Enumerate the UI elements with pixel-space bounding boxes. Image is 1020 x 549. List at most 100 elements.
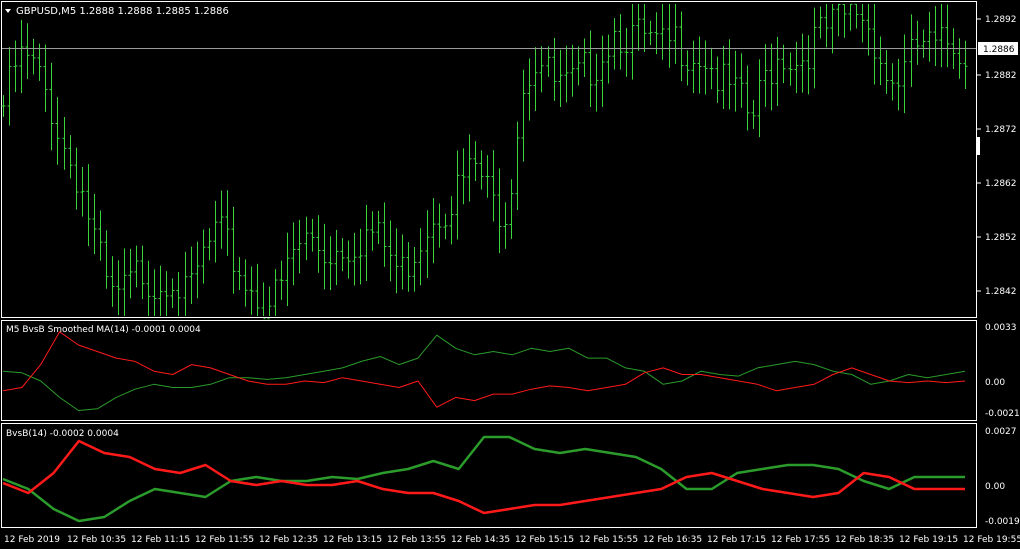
price-bar — [273, 269, 278, 316]
price-bar — [588, 30, 593, 108]
price-bar — [394, 228, 399, 294]
price-bar — [68, 135, 73, 179]
price-bar — [201, 229, 206, 284]
price-bar — [866, 4, 871, 56]
price-bar — [255, 263, 260, 316]
price-bar — [134, 245, 139, 288]
time-label: 12 Feb 14:35 — [451, 535, 510, 545]
price-bar — [521, 69, 526, 162]
price-bar — [612, 18, 617, 70]
time-label: 12 Feb 11:55 — [195, 535, 254, 545]
price-bar — [552, 37, 557, 101]
price-bar — [654, 12, 659, 55]
price-bar — [806, 35, 811, 95]
chevron-down-icon[interactable] — [5, 9, 11, 13]
price-bar — [43, 44, 48, 112]
price-bar — [310, 218, 315, 252]
price-bar — [267, 286, 272, 320]
smoothed-bull-line — [2, 334, 966, 411]
trading-chart[interactable]: 1.2886 GBPUSD,M5 1.2888 1.2888 1.2885 1.… — [0, 0, 1020, 549]
price-bar — [370, 211, 375, 251]
price-bar — [848, 3, 853, 31]
price-bar — [55, 97, 60, 165]
price-bar — [207, 228, 212, 261]
smoothed-bear-line — [2, 331, 966, 408]
price-bar — [624, 27, 629, 77]
price-bar — [249, 266, 254, 315]
price-bar — [37, 43, 42, 81]
price-bar — [757, 59, 762, 138]
indicator1-title: M5 BvsB Smoothed MA(14) -0.0001 0.0004 — [6, 325, 201, 335]
price-bar — [933, 6, 938, 66]
price-bar — [7, 47, 12, 126]
price-bar — [697, 36, 702, 94]
price-bar — [86, 164, 91, 247]
price-bar — [606, 34, 611, 84]
price-bar — [927, 11, 932, 62]
price-bar — [769, 43, 774, 111]
price-bar — [921, 29, 926, 58]
price-bar — [854, 3, 859, 29]
price-axis: 1.2892 1.2882 1.2872 1.2862 1.2852 1.284… — [977, 15, 1017, 297]
price-bar — [49, 62, 54, 151]
price-bar — [431, 198, 436, 264]
price-bar — [219, 190, 224, 249]
price-bar — [945, 4, 950, 68]
price-bar — [406, 242, 411, 292]
price-bar — [122, 248, 127, 316]
bvsb-bear-line — [2, 439, 965, 515]
price-bar — [685, 50, 690, 86]
time-label: 12 Feb 15:55 — [579, 535, 638, 545]
price-bar — [715, 56, 720, 103]
price-bar — [31, 38, 36, 75]
price-bar — [176, 272, 181, 316]
price-bar — [564, 45, 569, 103]
price-bar — [570, 44, 575, 97]
price-bar — [25, 23, 30, 80]
price-bar — [340, 238, 345, 272]
price-bar — [328, 236, 333, 291]
time-axis: 12 Feb 2019 12 Feb 10:35 12 Feb 11:15 12… — [4, 535, 1020, 545]
price-bar — [872, 4, 877, 85]
price-bar — [527, 58, 532, 121]
price-label: 1.2862 — [985, 179, 1017, 189]
price-bar — [884, 50, 889, 94]
price-bar — [140, 245, 145, 300]
price-bar — [261, 282, 266, 320]
price-bar — [376, 210, 381, 245]
time-label: 12 Feb 2019 — [4, 535, 60, 545]
price-bar — [721, 45, 726, 110]
ind1-scale-label: -0.0021 — [985, 409, 1020, 419]
price-bar — [830, 4, 835, 54]
price-bar — [890, 63, 895, 101]
price-bar — [618, 14, 623, 70]
price-bar — [794, 41, 799, 94]
scroll-marker[interactable] — [977, 137, 980, 155]
price-bar — [709, 47, 714, 90]
time-label: 12 Feb 17:15 — [707, 535, 766, 545]
price-bar — [842, 4, 847, 38]
price-bar — [213, 200, 218, 263]
price-bar — [660, 4, 665, 60]
price-bar — [322, 223, 327, 290]
price-bar — [497, 168, 502, 254]
price-label: 1.2872 — [985, 125, 1017, 135]
time-label: 12 Feb 16:35 — [643, 535, 702, 545]
bvsb-bull-line — [2, 435, 965, 523]
price-bar — [74, 147, 79, 210]
price-bar — [860, 4, 865, 43]
price-bar — [636, 4, 641, 51]
price-bar — [503, 202, 508, 249]
price-bar — [461, 148, 466, 205]
price-bar — [418, 228, 423, 286]
time-label: 12 Feb 17:55 — [771, 535, 830, 545]
price-bar — [425, 210, 430, 278]
price-bar — [818, 6, 823, 39]
price-bar — [279, 260, 284, 300]
price-bar — [80, 166, 85, 217]
price-bar — [642, 4, 647, 52]
ind2-scale-label: -0.0019 — [985, 517, 1020, 527]
price-bar — [745, 65, 750, 131]
price-bar — [467, 134, 472, 202]
price-bar — [727, 39, 732, 110]
